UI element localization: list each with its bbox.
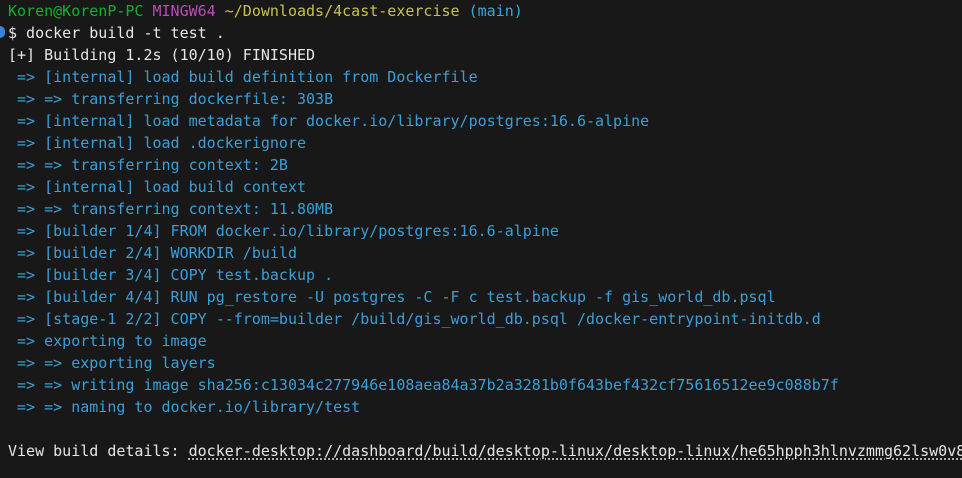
build-step: => [internal] load metadata for docker.i… [8,112,650,130]
build-details-line: View build details: docker-desktop://das… [0,440,962,462]
prompt-path: ~/Downloads/4cast-exercise [224,2,460,20]
build-step: => [stage-1 2/2] COPY --from=builder /bu… [8,310,821,328]
build-step: => [builder 4/4] RUN pg_restore -U postg… [8,288,776,306]
build-step: => [internal] load .dockerignore [8,134,307,152]
build-step: => => transferring context: 2B [8,156,288,174]
build-details-label: View build details: [8,442,189,460]
build-step: => [internal] load build context [8,178,307,196]
build-status: [+] Building 1.2s (10/10) FINISHED [8,46,316,64]
build-step: => => exporting layers [8,354,216,372]
build-details-link[interactable]: docker-desktop://dashboard/build/desktop… [189,442,962,460]
prompt-user: Koren@KorenP-PC [8,2,144,20]
command-line: $ docker build -t test . [8,24,225,42]
build-step: => => writing image sha256:c13034c277946… [8,376,839,394]
build-step: => => naming to docker.io/library/test [8,398,361,416]
build-step: => => transferring dockerfile: 303B [8,90,334,108]
build-step: => [builder 3/4] COPY test.backup . [8,266,334,284]
prompt-line: Koren@KorenP-PC MINGW64 ~/Downloads/4cas… [0,0,962,22]
build-step: => exporting to image [8,332,207,350]
build-step: => => transferring context: 11.80MB [8,200,334,218]
terminal-window[interactable]: Koren@KorenP-PC MINGW64 ~/Downloads/4cas… [0,0,962,478]
prompt-host: MINGW64 [152,2,216,20]
build-step: => [internal] load build definition from… [8,68,478,86]
prompt-branch: (main) [468,2,523,20]
build-step: => [builder 1/4] FROM docker.io/library/… [8,222,559,240]
build-step: => [builder 2/4] WORKDIR /build [8,244,297,262]
